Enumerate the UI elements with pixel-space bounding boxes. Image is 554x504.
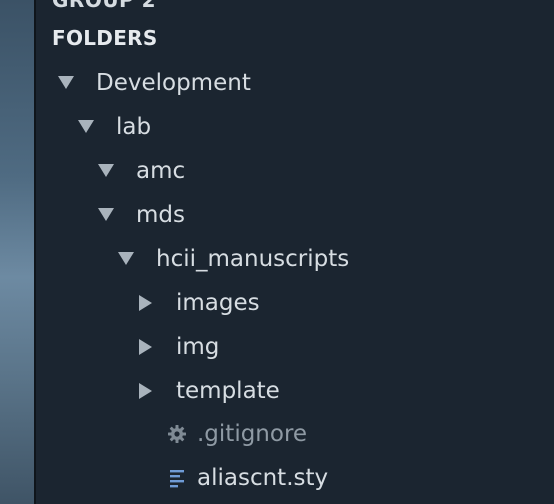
folders-sidebar: GROUP 2 FOLDERS Development lab amc mds … (36, 0, 554, 504)
folder-label: images (176, 290, 260, 316)
folder-hcii-manuscripts[interactable]: hcii_manuscripts (116, 237, 349, 281)
file-aliascnt-sty[interactable]: aliascnt.sty (166, 456, 328, 500)
folder-label: template (176, 378, 280, 404)
file-gitignore[interactable]: .gitignore (166, 412, 307, 456)
triangle-right-icon[interactable] (136, 293, 156, 313)
group-header[interactable]: GROUP 2 (52, 0, 156, 12)
folder-label: hcii_manuscripts (156, 246, 350, 272)
triangle-down-icon[interactable] (56, 73, 76, 93)
folder-label: amc (136, 158, 186, 184)
triangle-right-icon[interactable] (136, 381, 156, 401)
folder-mds[interactable]: mds (96, 193, 185, 237)
folder-development[interactable]: Development (56, 61, 251, 105)
triangle-down-icon[interactable] (96, 205, 116, 225)
file-label: .gitignore (197, 421, 308, 447)
folder-label: Development (96, 70, 251, 96)
triangle-down-icon[interactable] (96, 161, 116, 181)
gear-icon (166, 423, 188, 445)
folder-label: img (176, 334, 220, 360)
triangle-down-icon[interactable] (76, 117, 96, 137)
folder-amc[interactable]: amc (96, 149, 185, 193)
folder-template[interactable]: template (136, 369, 280, 413)
folder-label: mds (136, 202, 185, 228)
triangle-down-icon[interactable] (116, 249, 136, 269)
desktop-background-strip (0, 0, 36, 504)
folders-section-title: FOLDERS (52, 26, 158, 50)
text-file-icon (166, 467, 188, 489)
file-label: aliascnt.sty (197, 465, 329, 491)
folder-label: lab (116, 114, 152, 140)
triangle-right-icon[interactable] (136, 337, 156, 357)
folder-lab[interactable]: lab (76, 105, 151, 149)
folder-img[interactable]: img (136, 325, 219, 369)
folder-images[interactable]: images (136, 281, 260, 325)
